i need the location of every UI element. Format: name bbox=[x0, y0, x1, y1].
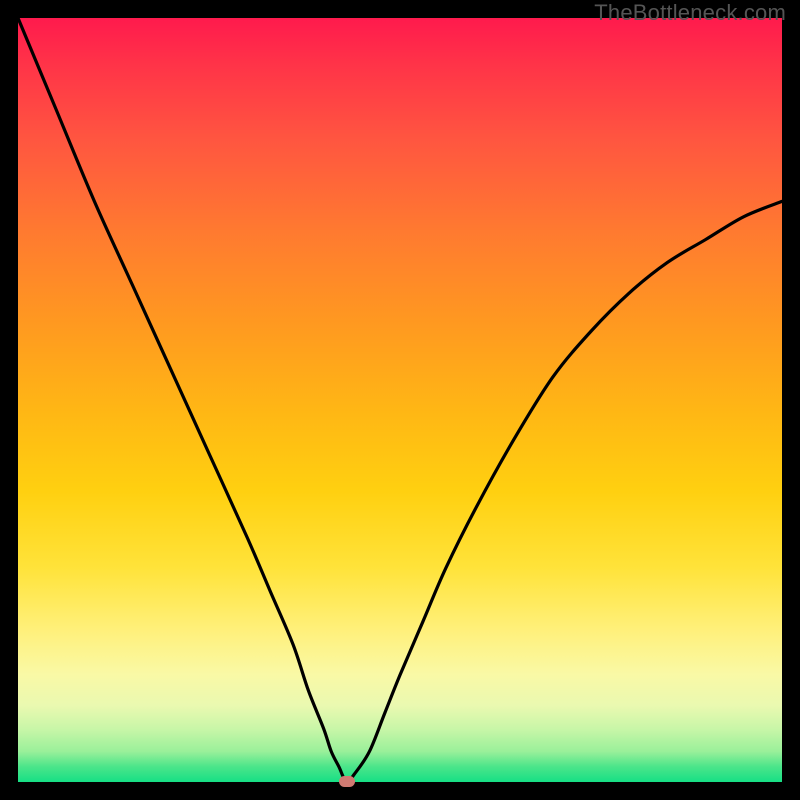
chart-frame: TheBottleneck.com bbox=[0, 0, 800, 800]
minimum-marker bbox=[339, 776, 355, 787]
bottleneck-curve bbox=[18, 18, 782, 782]
watermark-text: TheBottleneck.com bbox=[594, 0, 786, 26]
